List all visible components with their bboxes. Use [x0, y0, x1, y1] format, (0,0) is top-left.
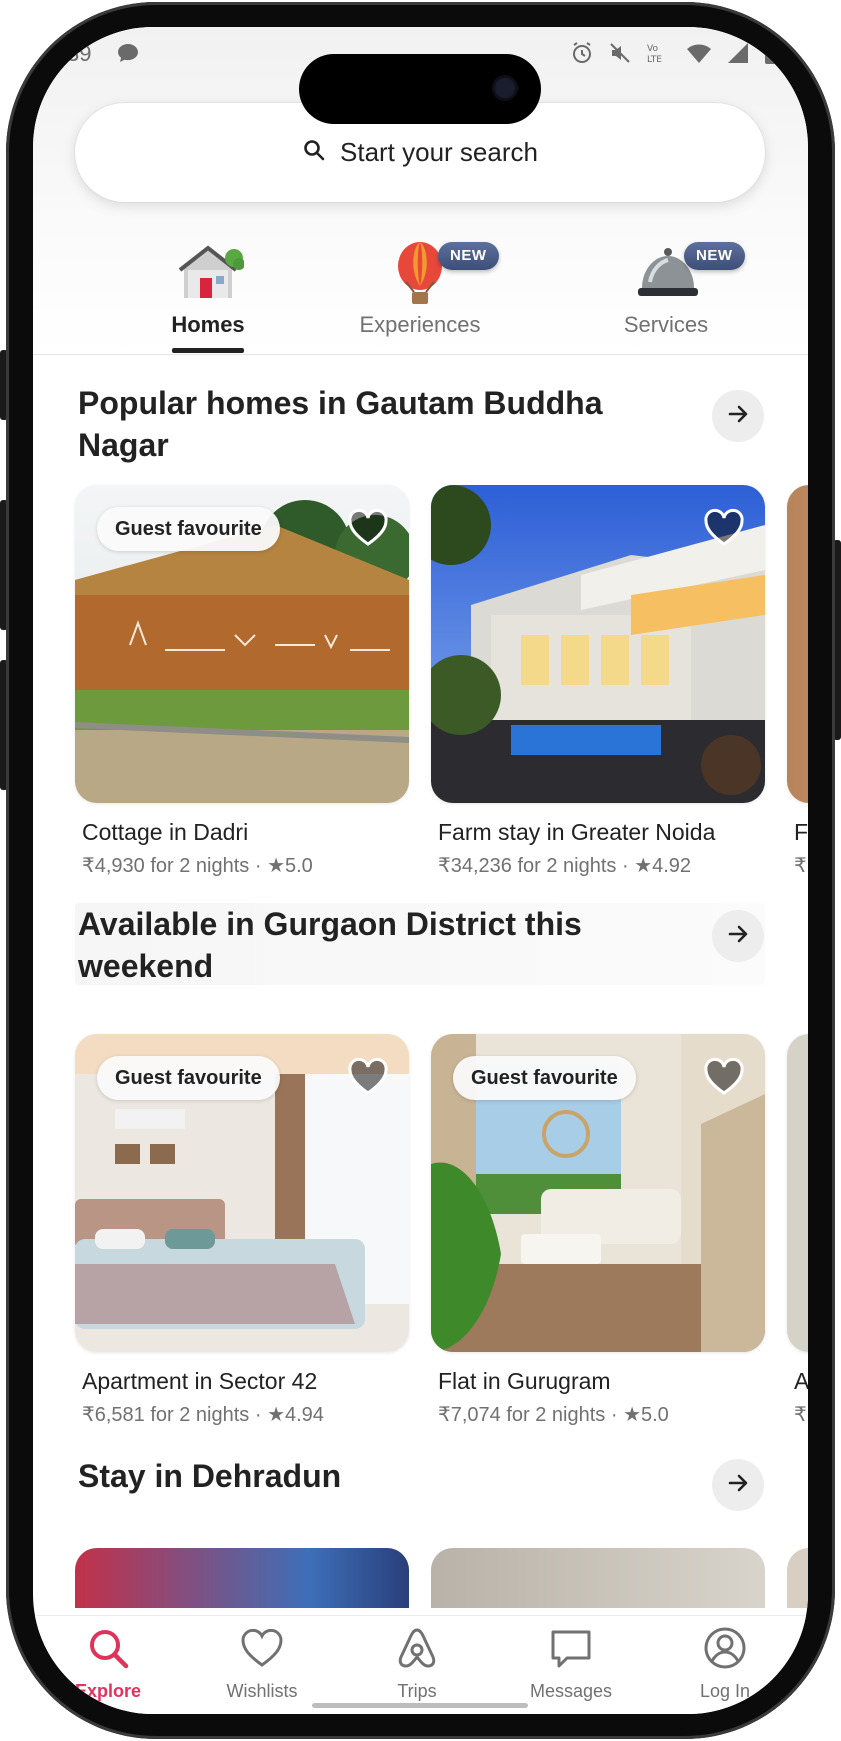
- profile-icon: [703, 1626, 747, 1670]
- home-indicator[interactable]: [312, 1703, 528, 1708]
- signal-icon: [726, 41, 750, 65]
- listing-price-rating: ₹7,074 for 2 nights · ★5.0: [438, 1402, 669, 1427]
- arrow-right-icon: [727, 403, 749, 430]
- chat-bubble-icon: [117, 43, 139, 69]
- section-arrow-button[interactable]: [712, 1459, 764, 1511]
- listing-price: ₹: [794, 855, 807, 877]
- listing-title: Flat in Gurugram: [438, 1368, 611, 1394]
- search-icon: [302, 138, 326, 167]
- listing-price-rating: ₹4,930 for 2 nights · ★5.0: [82, 853, 313, 878]
- airbnb-logo-icon: [395, 1626, 439, 1670]
- status-icons: Vo LTE: [570, 41, 778, 65]
- listing-photo[interactable]: [787, 1034, 808, 1352]
- arrow-right-icon: [727, 1472, 749, 1499]
- listing-title: F: [794, 819, 808, 845]
- guest-favourite-badge: Guest favourite: [97, 507, 280, 551]
- listing-photo[interactable]: Guest favourite: [431, 1034, 765, 1352]
- new-badge: NEW: [438, 242, 499, 270]
- search-placeholder: Start your search: [340, 137, 538, 167]
- listing-title: Cottage in Dadri: [82, 819, 249, 845]
- arrow-right-icon: [727, 923, 749, 950]
- listing-price: ₹: [794, 1404, 807, 1426]
- bottom-tab-bar: Explore Wishlists Trips Messages Log In: [33, 1615, 808, 1714]
- heart-icon[interactable]: [703, 1056, 745, 1098]
- star-icon: ★: [634, 855, 653, 877]
- search-icon: [86, 1626, 130, 1670]
- listing-photo[interactable]: Guest favourite: [75, 485, 409, 803]
- volte-icon: Vo LTE: [646, 41, 672, 65]
- section-title: Available in Gurgaon District this weeke…: [78, 906, 582, 984]
- listing-price-rating: ₹6,581 for 2 nights · ★4.94: [82, 1402, 324, 1427]
- tab-experiences[interactable]: NEW Experiences: [320, 242, 520, 354]
- camera-icon: [495, 78, 515, 98]
- tab-messages-label: Messages: [529, 1681, 613, 1701]
- heart-icon[interactable]: [703, 507, 745, 549]
- section-title: Popular homes in Gautam Buddha Nagar: [78, 385, 603, 463]
- listing-photo-peek[interactable]: [787, 1548, 808, 1608]
- listing-title: A: [794, 1368, 808, 1394]
- tab-homes[interactable]: Homes: [108, 242, 308, 354]
- tab-trips-label: Trips: [397, 1681, 437, 1701]
- heart-icon[interactable]: [347, 507, 389, 549]
- listing-rating: 4.94: [285, 1404, 324, 1426]
- status-time: 39: [67, 41, 92, 66]
- tab-explore-label: Explore: [74, 1681, 142, 1701]
- tab-homes-label: Homes: [171, 312, 245, 337]
- new-badge: NEW: [684, 242, 745, 270]
- phone-frame: 39 Vo LTE Start your search Homes NEW Ex…: [0, 0, 841, 1741]
- star-icon: ★: [623, 1404, 641, 1426]
- category-tabs: Homes NEW Experiences NEW Services: [33, 242, 808, 354]
- separator-dot: ·: [616, 855, 635, 877]
- tab-login-label: Log In: [699, 1681, 751, 1701]
- section-arrow-button[interactable]: [712, 910, 764, 962]
- listings-feed: Popular homes in Gautam Buddha Nagar Gue…: [33, 355, 808, 1615]
- listing-rating: 5.0: [641, 1404, 669, 1426]
- guest-favourite-badge: Guest favourite: [453, 1056, 636, 1100]
- listing-price-rating: ₹34,236 for 2 nights · ★4.92: [438, 853, 691, 878]
- listing-photo-peek[interactable]: [431, 1548, 765, 1608]
- listing-title: Apartment in Sector 42: [82, 1368, 318, 1394]
- star-icon: ★: [267, 855, 285, 877]
- section-arrow-button[interactable]: [712, 390, 764, 442]
- message-icon: [549, 1626, 593, 1670]
- house-icon: [178, 242, 245, 302]
- tab-wishlists-label: Wishlists: [226, 1681, 298, 1701]
- listing-price: ₹6,581 for 2 nights: [82, 1404, 250, 1426]
- tab-services[interactable]: NEW Services: [566, 242, 766, 354]
- tab-services-label: Services: [623, 312, 709, 337]
- heart-icon: [240, 1626, 284, 1670]
- listing-photo[interactable]: [787, 485, 808, 803]
- separator-dot: ·: [249, 1404, 268, 1426]
- listing-photo[interactable]: Guest favourite: [75, 1034, 409, 1352]
- listing-rating: 4.92: [652, 855, 692, 877]
- dynamic-island: [299, 54, 541, 124]
- listing-photo-peek[interactable]: [75, 1548, 409, 1608]
- mute-icon: [608, 41, 632, 65]
- separator-dot: ·: [249, 855, 268, 877]
- app-screen: 39 Vo LTE Start your search Homes NEW Ex…: [33, 27, 808, 1714]
- svg-text:Vo: Vo: [647, 44, 658, 54]
- heart-icon[interactable]: [347, 1056, 389, 1098]
- separator-dot: ·: [605, 1404, 624, 1426]
- svg-text:LTE: LTE: [647, 55, 662, 65]
- listing-photo[interactable]: [431, 485, 765, 803]
- wifi-icon: [686, 41, 712, 65]
- tab-experiences-label: Experiences: [359, 312, 481, 337]
- star-icon: ★: [267, 1404, 285, 1426]
- listing-price: ₹7,074 for 2 nights: [438, 1404, 606, 1426]
- listing-title: Farm stay in Greater Noida: [438, 819, 716, 845]
- listing-price: ₹34,236 for 2 nights: [438, 855, 617, 877]
- listing-rating: 5.0: [285, 855, 313, 877]
- alarm-icon: [570, 41, 594, 65]
- listing-price: ₹4,930 for 2 nights: [82, 855, 250, 877]
- section-title: Stay in Dehradun: [78, 1458, 342, 1494]
- battery-icon: [764, 41, 778, 65]
- guest-favourite-badge: Guest favourite: [97, 1056, 280, 1100]
- active-tab-indicator: [172, 348, 244, 353]
